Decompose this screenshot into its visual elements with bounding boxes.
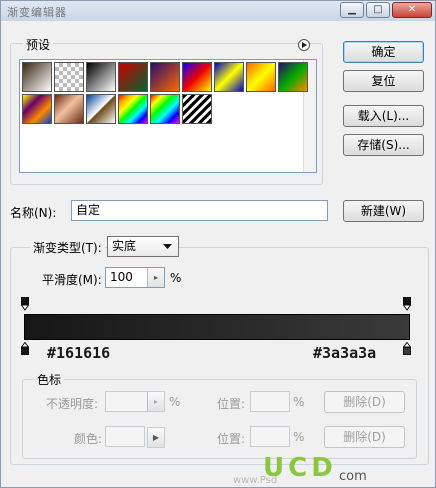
opacity-input[interactable]: ▸ bbox=[105, 391, 165, 412]
opacity-location-unit: % bbox=[293, 395, 305, 409]
opacity-location-input[interactable] bbox=[250, 391, 290, 412]
preset-swatch-brown-to-white[interactable] bbox=[22, 62, 52, 92]
name-input[interactable]: 自定 bbox=[71, 200, 328, 221]
preset-swatch-yellow-violet-orange-blue[interactable] bbox=[22, 94, 52, 124]
presets-list[interactable] bbox=[19, 59, 317, 173]
preset-swatch-orange-yellow-orange[interactable] bbox=[246, 62, 276, 92]
opacity-stop-left[interactable] bbox=[20, 297, 30, 311]
save-button[interactable]: 存储(S)... bbox=[343, 134, 424, 156]
preset-swatch-spectrum[interactable] bbox=[118, 94, 148, 124]
stop-marker-icon bbox=[20, 341, 30, 355]
stop-marker-icon bbox=[402, 297, 412, 311]
smoothness-value: 100 bbox=[110, 270, 133, 284]
ok-button[interactable]: 确定 bbox=[343, 41, 424, 63]
preset-swatch-blue-red-yellow[interactable] bbox=[182, 62, 212, 92]
watermark-logo-suffix: com bbox=[339, 469, 367, 484]
color-swatch[interactable] bbox=[105, 426, 145, 447]
preset-swatch-transparent-rainbow[interactable] bbox=[150, 94, 180, 124]
close-button[interactable]: ✕ bbox=[392, 2, 432, 18]
arrow-right-icon: ▶ bbox=[152, 433, 160, 442]
preset-swatch-chrome[interactable] bbox=[86, 94, 116, 124]
dropdown-arrow-icon bbox=[163, 244, 172, 249]
color-stop-left[interactable] bbox=[20, 341, 30, 355]
stops-label: 色标 bbox=[34, 371, 65, 388]
maximize-icon: □ bbox=[373, 4, 383, 15]
gradient-type-value: 实底 bbox=[112, 239, 137, 253]
arrow-right-icon: ▸ bbox=[153, 397, 158, 406]
close-icon: ✕ bbox=[407, 4, 417, 15]
right-color-hex-label: #3a3a3a bbox=[313, 344, 377, 362]
play-icon bbox=[302, 42, 307, 48]
preset-swatch-violet-to-orange[interactable] bbox=[150, 62, 180, 92]
gradient-bar[interactable] bbox=[24, 314, 410, 340]
delete-color-stop-button[interactable]: 删除(D) bbox=[324, 426, 405, 448]
smoothness-input[interactable]: 100 ▸ bbox=[105, 267, 165, 288]
window-title: 渐变编辑器 bbox=[7, 6, 67, 19]
preset-swatch-red-to-green[interactable] bbox=[118, 62, 148, 92]
reset-button[interactable]: 复位 bbox=[343, 70, 424, 92]
gradient-editor-window: 渐变编辑器 ▁ □ ✕ 预设 确定 复位 载入(L)... 存储(S)... 名… bbox=[0, 0, 436, 488]
name-label: 名称(N): bbox=[10, 206, 57, 220]
minimize-icon: ▁ bbox=[348, 4, 356, 15]
color-label: 颜色: bbox=[74, 432, 103, 446]
color-location-input[interactable] bbox=[250, 426, 290, 447]
new-button[interactable]: 新建(W) bbox=[343, 200, 424, 222]
opacity-unit: % bbox=[169, 395, 181, 409]
gradient-type-label: 渐变类型(T): bbox=[30, 239, 105, 256]
smoothness-arrow-button[interactable]: ▸ bbox=[147, 268, 164, 287]
watermark-logo: UCD bbox=[263, 453, 337, 483]
stop-marker-icon bbox=[20, 297, 30, 311]
preset-swatch-blue-yellow-blue[interactable] bbox=[214, 62, 244, 92]
maximize-button[interactable]: □ bbox=[366, 2, 390, 18]
color-stop-right[interactable] bbox=[402, 341, 412, 355]
preset-swatch-black-to-white[interactable] bbox=[86, 62, 116, 92]
color-menu-button[interactable]: ▶ bbox=[147, 427, 165, 448]
opacity-location-label: 位置: bbox=[217, 397, 246, 411]
left-color-hex-label: #161616 bbox=[47, 344, 111, 362]
presets-menu-button[interactable] bbox=[298, 39, 310, 51]
smoothness-unit: % bbox=[170, 271, 182, 285]
load-button[interactable]: 载入(L)... bbox=[343, 105, 424, 127]
presets-label: 预设 bbox=[23, 36, 54, 53]
arrow-right-icon: ▸ bbox=[153, 273, 158, 282]
minimize-button[interactable]: ▁ bbox=[340, 2, 364, 18]
title-bar[interactable]: 渐变编辑器 ▁ □ ✕ bbox=[1, 1, 435, 21]
preset-swatch-violet-green-orange[interactable] bbox=[278, 62, 308, 92]
opacity-arrow-button[interactable]: ▸ bbox=[147, 392, 164, 411]
preset-swatch-transparent-stripes[interactable] bbox=[182, 94, 212, 124]
preset-swatch-copper[interactable] bbox=[54, 94, 84, 124]
opacity-stop-right[interactable] bbox=[402, 297, 412, 311]
color-location-label: 位置: bbox=[217, 432, 246, 446]
delete-opacity-stop-button[interactable]: 删除(D) bbox=[324, 391, 405, 413]
color-location-unit: % bbox=[293, 430, 305, 444]
opacity-label: 不透明度: bbox=[46, 397, 99, 411]
smoothness-label: 平滑度(M): bbox=[42, 273, 102, 287]
stop-marker-icon bbox=[402, 341, 412, 355]
gradient-type-select[interactable]: 实底 bbox=[107, 236, 179, 257]
preset-swatch-transparent[interactable] bbox=[54, 62, 84, 92]
